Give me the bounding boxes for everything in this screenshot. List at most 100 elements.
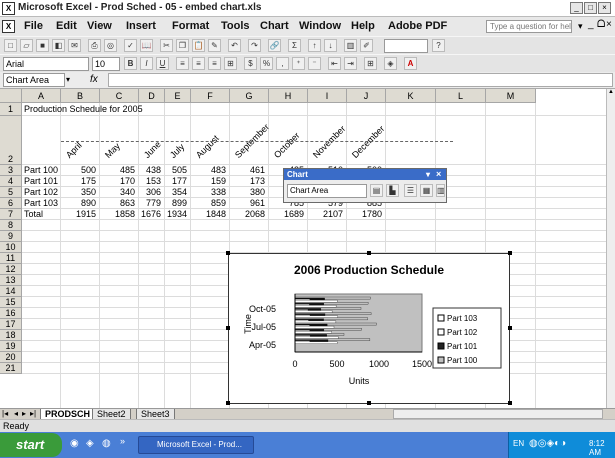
start-button[interactable]: start: [0, 433, 62, 457]
menu-help[interactable]: Help: [351, 20, 375, 32]
bar[interactable]: [294, 299, 338, 303]
zoom-select[interactable]: [384, 39, 428, 53]
chart-resize-handle[interactable]: [226, 326, 230, 330]
clock[interactable]: 8:12 AM: [589, 439, 615, 457]
data-cell[interactable]: 899: [165, 198, 187, 209]
chart-resize-handle[interactable]: [226, 251, 230, 255]
row-header-1[interactable]: 1: [0, 103, 22, 116]
row-header-16[interactable]: 16: [0, 308, 22, 319]
data-cell[interactable]: 500: [61, 165, 96, 176]
bar[interactable]: [294, 310, 333, 313]
italic-button[interactable]: I: [140, 57, 153, 70]
column-header-h[interactable]: H: [269, 89, 308, 103]
chart-resize-handle[interactable]: [508, 251, 512, 255]
data-cell[interactable]: 863: [100, 198, 135, 209]
data-cell[interactable]: 1915: [61, 209, 96, 220]
column-header-a[interactable]: A: [22, 89, 61, 103]
data-cell[interactable]: 2068: [230, 209, 265, 220]
data-cell[interactable]: 173: [230, 176, 265, 187]
row-header-19[interactable]: 19: [0, 341, 22, 352]
print-preview-icon[interactable]: ◎: [104, 39, 117, 52]
decrease-decimal-icon[interactable]: ⁻: [308, 57, 321, 70]
merge-center-icon[interactable]: ⊞: [224, 57, 237, 70]
hyperlink-icon[interactable]: 🔗: [268, 39, 281, 52]
row-header-8[interactable]: 8: [0, 220, 22, 231]
taskbar-excel-button[interactable]: Microsoft Excel - Prod...: [138, 436, 254, 454]
spelling-icon[interactable]: ✓: [124, 39, 137, 52]
currency-icon[interactable]: $: [244, 57, 257, 70]
menu-view[interactable]: View: [87, 20, 112, 32]
last-sheet-icon[interactable]: ▸|: [30, 409, 36, 418]
increase-decimal-icon[interactable]: ⁺: [292, 57, 305, 70]
language-icon[interactable]: EN: [513, 439, 524, 448]
x-axis-title[interactable]: Units: [349, 376, 370, 386]
by-row-icon[interactable]: ▥: [436, 184, 445, 197]
y-axis-title[interactable]: Time: [243, 314, 253, 334]
prev-sheet-icon[interactable]: ◂: [14, 409, 18, 418]
data-cell[interactable]: 340: [100, 187, 135, 198]
data-cell[interactable]: 380: [230, 187, 265, 198]
font-color-icon[interactable]: A: [404, 57, 417, 70]
bar[interactable]: [294, 341, 338, 344]
quick-launch-icon[interactable]: ◍: [102, 438, 111, 449]
data-cell[interactable]: 890: [61, 198, 96, 209]
column-header-e[interactable]: E: [165, 89, 191, 103]
row-header-7[interactable]: 7: [0, 209, 22, 220]
bar[interactable]: [294, 331, 332, 334]
doc-close-icon[interactable]: ×: [606, 19, 612, 30]
row-label[interactable]: Part 103: [24, 198, 58, 209]
month-header[interactable]: May: [103, 141, 122, 160]
quick-launch-icon[interactable]: ◉: [70, 438, 79, 449]
data-cell[interactable]: 2107: [308, 209, 343, 220]
increase-indent-icon[interactable]: ⇥: [344, 57, 357, 70]
column-header-m[interactable]: M: [486, 89, 536, 103]
formula-input[interactable]: [108, 73, 613, 87]
name-box[interactable]: Chart Area: [3, 73, 65, 87]
next-sheet-icon[interactable]: ▸: [22, 409, 26, 418]
decrease-indent-icon[interactable]: ⇤: [328, 57, 341, 70]
chart-resize-handle[interactable]: [367, 401, 371, 405]
chart-resize-handle[interactable]: [226, 401, 230, 405]
tray-icons[interactable]: ◍◎◈◐◑: [529, 438, 566, 449]
comma-icon[interactable]: ,: [276, 57, 289, 70]
align-center-icon[interactable]: ≡: [192, 57, 205, 70]
legend-icon[interactable]: ☰: [404, 184, 417, 197]
menu-edit[interactable]: Edit: [56, 20, 77, 32]
row-header-15[interactable]: 15: [0, 297, 22, 308]
copy-icon[interactable]: ❐: [176, 39, 189, 52]
menu-chart[interactable]: Chart: [260, 20, 289, 32]
month-header[interactable]: June: [142, 139, 163, 160]
column-header-l[interactable]: L: [436, 89, 486, 103]
menu-insert[interactable]: Insert: [126, 20, 156, 32]
menu-file[interactable]: File: [24, 20, 43, 32]
column-header-i[interactable]: I: [308, 89, 347, 103]
row-header-10[interactable]: 10: [0, 242, 22, 253]
font-select[interactable]: Arial: [3, 57, 89, 71]
data-cell[interactable]: 438: [139, 165, 161, 176]
menu-adobe-pdf[interactable]: Adobe PDF: [388, 20, 447, 32]
row-label[interactable]: Part 102: [24, 187, 58, 198]
row-label[interactable]: Part 100: [24, 165, 58, 176]
column-header-d[interactable]: D: [139, 89, 165, 103]
percent-icon[interactable]: %: [260, 57, 273, 70]
chart-toolbar-titlebar[interactable]: Chart ▾ ×: [284, 169, 446, 180]
bar[interactable]: [294, 325, 335, 329]
redo-icon[interactable]: ↷: [248, 39, 261, 52]
help-search-input[interactable]: Type a question for help: [486, 20, 572, 33]
format-painter-icon[interactable]: ✎: [208, 39, 221, 52]
row-header-20[interactable]: 20: [0, 352, 22, 363]
embedded-chart[interactable]: 2006 Production Schedule Oct-05 Jul-05 A…: [228, 253, 510, 404]
menu-format[interactable]: Format: [172, 20, 209, 32]
chart-title[interactable]: 2006 Production Schedule: [294, 263, 444, 277]
month-header[interactable]: August: [194, 133, 221, 160]
bold-button[interactable]: B: [124, 57, 137, 70]
data-cell[interactable]: 483: [191, 165, 226, 176]
chart-toolbar-close-icon[interactable]: ×: [436, 169, 441, 180]
maximize-button[interactable]: □: [584, 2, 597, 14]
row-header-18[interactable]: 18: [0, 330, 22, 341]
email-icon[interactable]: ✉: [68, 39, 81, 52]
data-cell[interactable]: 175: [61, 176, 96, 187]
chart-resize-handle[interactable]: [508, 401, 512, 405]
row-header-5[interactable]: 5: [0, 187, 22, 198]
data-cell[interactable]: 177: [165, 176, 187, 187]
